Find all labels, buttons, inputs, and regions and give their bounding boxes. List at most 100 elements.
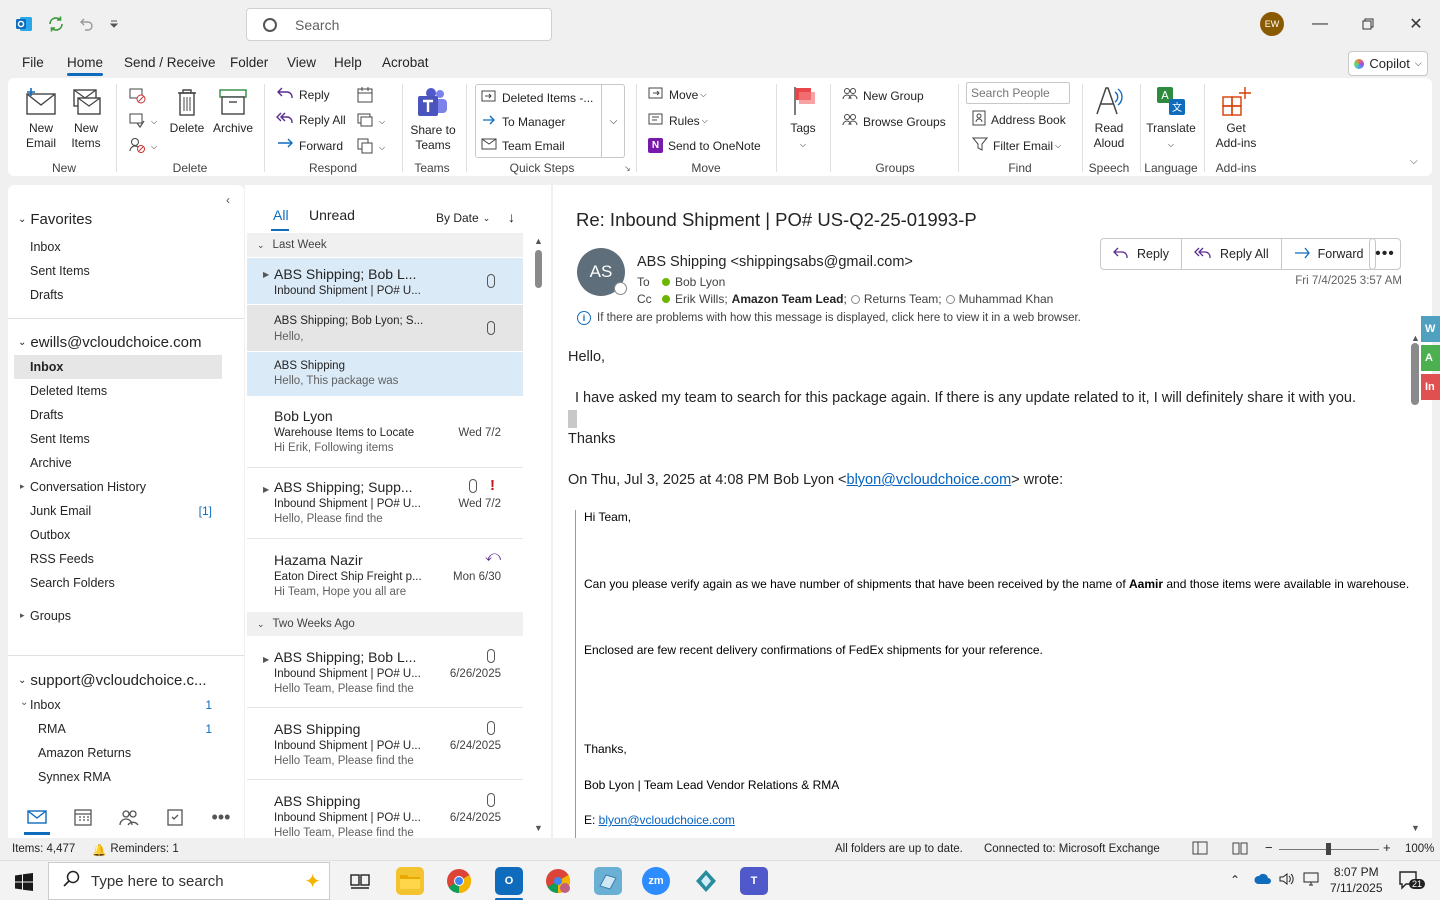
translate-button[interactable]: A文 Translate ⌵ xyxy=(1146,84,1196,152)
filter-all-tab[interactable]: All xyxy=(273,207,289,223)
onedrive-icon[interactable] xyxy=(1254,872,1272,889)
sender-avatar[interactable]: AS xyxy=(577,248,627,296)
cc-recipient[interactable]: Returns Team; xyxy=(864,292,942,306)
sender-line[interactable]: ABS Shipping <shippingsabs@gmail.com> xyxy=(637,254,913,270)
undo-icon[interactable] xyxy=(76,14,96,34)
new-email-button[interactable]: New Email xyxy=(22,86,60,151)
new-group-button[interactable]: New Group xyxy=(842,87,924,104)
sort-by-date-button[interactable]: By Date ⌄ xyxy=(436,211,490,225)
list-item[interactable]: ABS Shipping Inbound Shipment | PO# U...… xyxy=(247,709,523,777)
notifications-button[interactable]: 21 xyxy=(1398,870,1426,893)
list-item[interactable]: ABS Shipping Hello, This package was xyxy=(247,352,523,396)
favorite-drafts[interactable]: Drafts xyxy=(30,288,63,302)
zoom-out-button[interactable]: − xyxy=(1265,840,1273,855)
account-header-support[interactable]: ⌄ support@vcloudchoice.c... xyxy=(18,672,207,689)
list-item[interactable]: ▶ ABS Shipping; Supp... ! Inbound Shipme… xyxy=(247,469,523,537)
folder-inbox[interactable]: Inbox xyxy=(30,360,63,374)
support-folder-synnex-rma[interactable]: Synnex RMA xyxy=(38,770,111,784)
quoted-email-link[interactable]: blyon@vcloudchoice.com xyxy=(599,813,735,827)
file-explorer-icon[interactable] xyxy=(396,867,424,895)
tags-button[interactable]: Tags ⌵ xyxy=(786,84,820,152)
clock[interactable]: 8:07 PM 7/11/2025 xyxy=(1330,864,1383,896)
zoom-in-button[interactable]: + xyxy=(1383,840,1391,855)
people-module-icon[interactable] xyxy=(118,806,140,828)
qs-to-manager[interactable]: To Manager xyxy=(481,113,565,130)
user-avatar[interactable]: EW xyxy=(1260,12,1284,36)
scroll-up-arrow-icon[interactable]: ▲ xyxy=(534,236,543,246)
remote-app-icon[interactable] xyxy=(594,867,622,895)
quote-header-email-link[interactable]: blyon@vcloudchoice.com xyxy=(847,472,1012,488)
cc-recipient[interactable]: Muhammad Khan xyxy=(959,292,1054,306)
cc-recipient-bold[interactable]: Amazon Team Lead; xyxy=(732,292,847,306)
qs-team-email[interactable]: Team Email xyxy=(481,137,565,154)
favorite-inbox[interactable]: Inbox xyxy=(30,240,61,254)
folder-rss-feeds[interactable]: RSS Feeds xyxy=(30,552,94,566)
chevron-down-icon[interactable]: ⌄ xyxy=(20,697,28,708)
dialog-launcher-icon[interactable]: ↘ xyxy=(624,164,631,173)
share-to-teams-button[interactable]: Share to Teams xyxy=(408,86,458,153)
info-bar[interactable]: i If there are problems with how this me… xyxy=(577,311,1081,325)
zoom-level[interactable]: 100% xyxy=(1405,843,1434,855)
tab-view[interactable]: View xyxy=(287,55,316,70)
expand-thread-icon[interactable]: ▶ xyxy=(263,655,269,664)
folder-junk-email[interactable]: Junk Email xyxy=(30,504,91,518)
folder-outbox[interactable]: Outbox xyxy=(30,528,70,542)
rules-button[interactable]: Rules ⌵ xyxy=(648,112,708,129)
calendar-module-icon[interactable] xyxy=(72,806,94,828)
search-input[interactable]: Search xyxy=(246,8,552,41)
collapse-pane-chevron-icon[interactable]: ‹ xyxy=(226,193,230,207)
send-to-onenote-button[interactable]: N Send to OneNote xyxy=(648,138,761,153)
side-panel-tab[interactable]: In xyxy=(1421,374,1440,400)
volume-icon[interactable] xyxy=(1279,872,1295,889)
copilot-button[interactable]: Copilot ⌵ xyxy=(1348,51,1428,76)
folder-archive[interactable]: Archive xyxy=(30,456,72,470)
get-addins-button[interactable]: Get Add-ins xyxy=(1212,84,1260,151)
list-item[interactable]: ▶ ABS Shipping; Bob L... Inbound Shipmen… xyxy=(247,258,523,304)
restore-button[interactable] xyxy=(1356,12,1380,36)
folder-search-folders[interactable]: Search Folders xyxy=(30,576,115,590)
expand-thread-icon[interactable]: ▶ xyxy=(263,485,269,494)
zoom-app-icon[interactable]: zm xyxy=(642,867,670,895)
support-folder-rma[interactable]: RMA xyxy=(38,722,66,736)
expand-thread-icon[interactable]: ▶ xyxy=(263,270,269,279)
groups-header[interactable]: Groups xyxy=(30,609,71,623)
show-hidden-icons-chevron[interactable]: ⌃ xyxy=(1230,873,1240,887)
list-item[interactable]: Hazama Nazir ⤺ Eaton Direct Ship Freight… xyxy=(247,540,523,608)
junk-button[interactable]: ⌵ xyxy=(128,136,157,157)
scroll-down-arrow-icon[interactable]: ▼ xyxy=(1411,823,1420,833)
chrome-icon[interactable] xyxy=(445,867,473,895)
support-folder-inbox[interactable]: Inbox xyxy=(30,698,61,712)
taskbar-search-box[interactable]: Type here to search ✦ xyxy=(48,862,330,900)
favorite-sent-items[interactable]: Sent Items xyxy=(30,264,90,278)
list-item[interactable]: ABS Shipping; Bob Lyon; S... Hello, xyxy=(247,305,523,351)
outlook-taskbar-icon[interactable]: O xyxy=(495,867,523,895)
minimize-button[interactable]: — xyxy=(1308,12,1332,36)
forward-button[interactable]: Forward xyxy=(1282,239,1376,269)
reply-button[interactable]: Reply xyxy=(1101,239,1182,269)
archive-button[interactable]: Archive xyxy=(210,86,256,136)
side-panel-tab[interactable]: A xyxy=(1421,345,1440,371)
reply-all-button[interactable]: Reply All xyxy=(276,111,346,128)
side-panel-tab[interactable]: W xyxy=(1421,316,1440,342)
sort-direction-arrow-icon[interactable]: ↓ xyxy=(508,209,515,225)
teams-taskbar-icon[interactable]: T xyxy=(740,867,768,895)
filter-email-button[interactable]: Filter Email ⌵ xyxy=(971,136,1061,155)
tasks-module-icon[interactable] xyxy=(164,806,186,828)
sync-icon[interactable] xyxy=(46,14,66,34)
tab-file[interactable]: File xyxy=(22,55,44,70)
folder-sent-items[interactable]: Sent Items xyxy=(30,432,90,446)
reply-all-button[interactable]: Reply All xyxy=(1182,239,1282,269)
more-modules-icon[interactable]: ••• xyxy=(210,806,232,828)
address-book-button[interactable]: Address Book xyxy=(972,110,1066,129)
tab-home[interactable]: Home xyxy=(67,55,104,76)
chevron-right-icon[interactable]: ▸ xyxy=(20,610,25,621)
close-button[interactable]: ✕ xyxy=(1404,12,1428,36)
search-people-input[interactable]: Search People xyxy=(966,82,1070,104)
folder-drafts[interactable]: Drafts xyxy=(30,408,63,422)
vpn-app-icon[interactable] xyxy=(692,867,720,895)
scroll-down-arrow-icon[interactable]: ▼ xyxy=(534,823,543,833)
account-header-ewills[interactable]: ⌄ ewills@vcloudchoice.com xyxy=(18,334,202,351)
filter-unread-tab[interactable]: Unread xyxy=(309,207,355,223)
tab-acrobat[interactable]: Acrobat xyxy=(382,55,429,70)
network-icon[interactable] xyxy=(1303,872,1321,889)
